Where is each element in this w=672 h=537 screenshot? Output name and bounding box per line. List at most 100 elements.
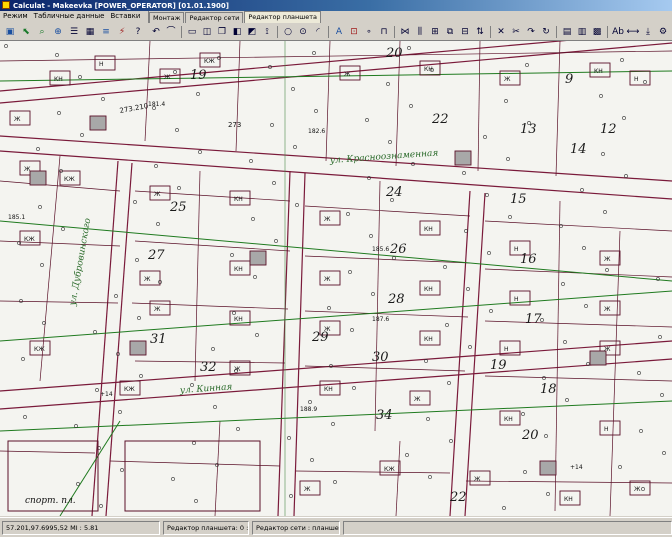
toolbar-separator (277, 26, 278, 38)
label-icon[interactable]: ⊡ (347, 25, 361, 39)
order-icon[interactable]: ⇅ (473, 25, 487, 39)
list-icon[interactable]: ☰ (67, 25, 81, 39)
menu-bar: Режим Табличные данные Вставки (0, 11, 151, 22)
export-icon[interactable]: ⤓ (641, 25, 655, 39)
building-type-label: КН (424, 66, 433, 73)
save-icon[interactable]: ▣ (3, 25, 17, 39)
layer-up-icon[interactable]: ▤ (560, 25, 574, 39)
arc-icon[interactable]: ◜ (311, 25, 325, 39)
fill-icon[interactable]: ◧ (230, 25, 244, 39)
building-type-label: КН (424, 336, 433, 343)
building-type-label: Ж (634, 486, 641, 493)
properties-icon[interactable]: ▩ (590, 25, 604, 39)
text-icon[interactable]: A (332, 25, 346, 39)
dimension-icon[interactable]: ⊓ (377, 25, 391, 39)
zoom-icon[interactable]: ⌕ (35, 25, 49, 39)
line-break-icon[interactable]: ⟟ (260, 25, 274, 39)
outbuilding (129, 340, 147, 356)
building-type-label: Н (514, 296, 519, 303)
zoom-extent-icon[interactable]: ⊕ (51, 25, 65, 39)
menu-inserts[interactable]: Вставки (110, 11, 140, 22)
snap-icon[interactable]: ⋈ (398, 25, 412, 39)
delete-icon[interactable]: ✕ (494, 25, 508, 39)
sport-ground-label: спорт. пл. (25, 496, 76, 506)
building-type-label: Ж (604, 306, 611, 313)
cadastral-map[interactable]: 2019 9122213142524261527281631 29301732181… (0, 41, 672, 516)
tab-sheet-editor[interactable]: Редактор планшета (244, 11, 321, 23)
building-type-label: КН (234, 266, 243, 273)
house-number-label: 27 (147, 248, 165, 263)
building-type-label: КН (594, 68, 603, 75)
cut-icon[interactable]: ✂ (509, 25, 523, 39)
undo-icon[interactable]: ↶ (149, 25, 163, 39)
house-number-label: 12 (600, 122, 617, 137)
building-type-label: Ж (344, 71, 351, 78)
building-type-label: КН (234, 316, 243, 323)
grid-icon[interactable]: ⊞ (428, 25, 442, 39)
menu-mode[interactable]: Режим (3, 11, 28, 22)
elevation-label: 188.9 (300, 406, 317, 413)
building-type-label: Н (99, 61, 104, 68)
building-type-label: КН (324, 386, 333, 393)
building-type-label: Ж (324, 216, 331, 223)
ungroup-icon[interactable]: ⊟ (458, 25, 472, 39)
layer-down-icon[interactable]: ▥ (575, 25, 589, 39)
double-rect-icon[interactable]: ◫ (200, 25, 214, 39)
layers-icon[interactable]: ≡ (99, 25, 113, 39)
building-type-label: Н (604, 426, 609, 433)
font-icon[interactable]: Ab (611, 25, 625, 39)
shape-icon[interactable]: ◩ (245, 25, 259, 39)
pointer-icon[interactable]: ⬉ (19, 25, 33, 39)
house-number-label: 31 (150, 332, 167, 347)
group-icon[interactable]: ⧉ (443, 25, 457, 39)
building-type-label: Ж (154, 191, 161, 198)
building-type-label: Ж (604, 256, 611, 263)
house-number-label: 34 (376, 408, 393, 423)
building-type-label: Ж (14, 116, 21, 123)
house-number-label: 13 (520, 122, 537, 137)
help-icon[interactable]: ? (131, 25, 145, 39)
node-icon[interactable]: ∘ (362, 25, 376, 39)
building-type-label: КН (504, 416, 513, 423)
rotate-icon[interactable]: ↻ (539, 25, 553, 39)
house-number-label: 16 (520, 252, 537, 267)
settings-icon[interactable]: ⚙ (656, 25, 670, 39)
elevation-label: 181.4 (148, 101, 165, 108)
elevation-label: 185.1 (8, 214, 25, 221)
outbuilding (29, 170, 47, 186)
polyline-icon[interactable]: ⌒ (164, 25, 178, 39)
tab-network-editor[interactable]: Редактор сети (185, 12, 244, 23)
network-icon[interactable]: ⚡ (115, 25, 129, 39)
house-number-label: 19 (190, 68, 207, 83)
house-number-label: 32 (200, 360, 217, 375)
toolbar-separator (394, 26, 395, 38)
elevation-label: 185.6 (372, 246, 389, 253)
building-type-label: Н (504, 346, 509, 353)
building-type-label: Ж (324, 326, 331, 333)
house-number-label: 17 (525, 312, 542, 327)
app-icon (2, 1, 10, 9)
menu-table-data[interactable]: Табличные данные (34, 11, 105, 22)
building-type-label: Ж (474, 476, 481, 483)
rectangle-icon[interactable]: ▭ (185, 25, 199, 39)
house-number-label: 30 (372, 350, 389, 365)
map-canvas[interactable]: 20 19 9 12 22 13 14 25 24 26 15 27 28 16 31 29 30 17 32 18 1… (0, 40, 672, 516)
outbuilding (249, 250, 267, 266)
marker-label: +14 (100, 391, 113, 398)
building-type-label: Ж (164, 74, 171, 81)
outbuilding (454, 150, 472, 166)
point-circle-icon[interactable]: ⊙ (296, 25, 310, 39)
house-number-label: 26 (389, 242, 407, 257)
measure-icon[interactable]: ⟷ (626, 25, 640, 39)
building-type-label: Ж (414, 396, 421, 403)
building-type-label: Ж (324, 276, 331, 283)
align-icon[interactable]: ⫼ (413, 25, 427, 39)
copy-icon[interactable]: ❐ (215, 25, 229, 39)
redo-icon[interactable]: ↷ (524, 25, 538, 39)
building-type-label: КЖ (64, 176, 75, 183)
circle-icon[interactable]: ○ (281, 25, 295, 39)
building-type-label: Ж (144, 276, 151, 283)
table-icon[interactable]: ▦ (83, 25, 97, 39)
tab-montage[interactable]: Монтаж (149, 12, 185, 23)
house-number-label: 28 (387, 292, 405, 307)
